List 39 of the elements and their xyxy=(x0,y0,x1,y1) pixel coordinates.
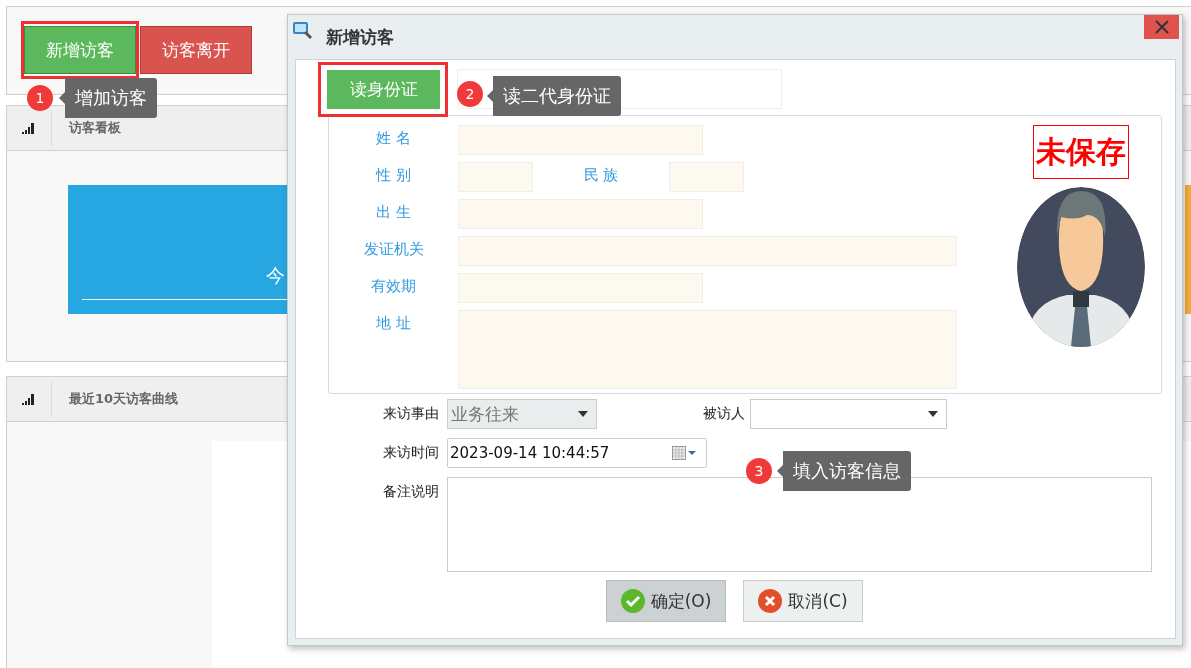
field-label: 有效期 xyxy=(370,276,417,297)
field-label: 地 址 xyxy=(375,313,412,334)
tile-text: 今 xyxy=(266,263,285,288)
field-label: 来访事由 xyxy=(382,404,440,423)
dropdown-value: 业务往来 xyxy=(451,402,519,426)
field-label: 出 生 xyxy=(375,202,412,223)
tooltip: 增加访客 xyxy=(59,78,157,118)
dialog-title: 新增访客 xyxy=(326,25,394,49)
field-label: 被访人 xyxy=(702,404,746,423)
host-dropdown[interactable] xyxy=(750,399,947,429)
cancel-icon xyxy=(758,589,783,613)
field-label: 来访时间 xyxy=(382,443,440,462)
date-time-value: 2023-09-14 10:44:57 xyxy=(450,444,610,462)
status-label: 未保存 xyxy=(1033,125,1129,179)
date-time-field[interactable]: 2023-09-14 10:44:57 xyxy=(447,438,707,468)
field-label: 备注说明 xyxy=(382,482,440,501)
magnifier-icon xyxy=(293,22,313,40)
signal-icon xyxy=(22,122,36,134)
panel-title: 最近10天访客曲线 xyxy=(69,390,179,408)
input-field[interactable] xyxy=(457,69,782,109)
close-icon xyxy=(1154,20,1169,34)
toolbar-button[interactable]: 新增访客 xyxy=(24,26,136,74)
caret-icon xyxy=(578,411,588,417)
field-label: 姓 名 xyxy=(375,128,412,149)
panel-title: 访客看板 xyxy=(69,119,121,137)
caret-icon xyxy=(928,411,938,417)
dialog-button[interactable]: 取消(C) xyxy=(743,580,863,622)
dialog-button[interactable]: 确定(O) xyxy=(606,580,726,622)
signal-icon xyxy=(22,393,36,405)
check-icon xyxy=(620,589,645,613)
tooltip: 填入访客信息 xyxy=(777,451,911,491)
calendar-icon xyxy=(672,445,698,461)
field-label: 民 族 xyxy=(582,165,620,186)
tooltip: 读二代身份证 xyxy=(487,76,621,116)
toolbar-button[interactable]: 访客离开 xyxy=(140,26,252,74)
close-button[interactable] xyxy=(1144,15,1179,39)
field-label: 性 别 xyxy=(374,165,412,186)
read-id-button[interactable]: 读身份证 xyxy=(327,69,440,109)
field-label: 发证机关 xyxy=(362,239,425,260)
